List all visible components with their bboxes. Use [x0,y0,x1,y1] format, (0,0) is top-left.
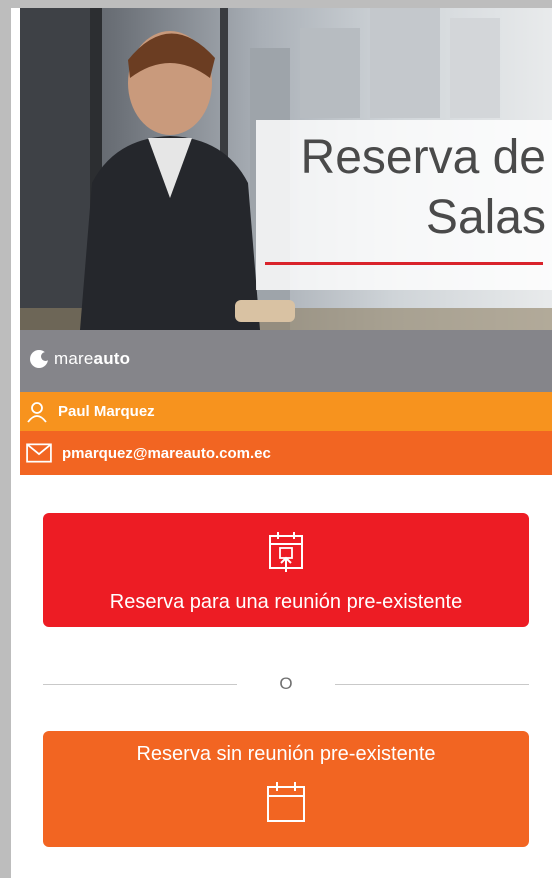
mareauto-logo-icon [30,350,50,368]
or-separator: O [43,670,529,700]
logo-text-mare: mare [54,349,94,368]
hero-title-line2: Salas [425,191,546,244]
separator-line-right [335,684,529,685]
existing-meeting-booking-button[interactable]: Reserva para una reunión pre-existente [43,513,529,627]
brand-bar: mare auto [20,330,552,392]
user-email: pmarquez@mareauto.com.ec [62,444,271,462]
calendar-upload-icon [269,532,303,572]
user-name-bar: Paul Marquez [20,392,552,431]
no-meeting-booking-button[interactable]: Reserva sin reunión pre-existente [43,731,529,847]
logo-text-auto: auto [93,349,131,368]
user-email-bar: pmarquez@mareauto.com.ec [20,431,552,475]
hero-title-line1: Reserva de [300,131,546,184]
brand-logo: mare auto [30,349,130,369]
no-meeting-booking-label: Reserva sin reunión pre-existente [136,743,436,765]
person-icon [27,401,47,423]
app-frame: Reserva de Salas mare auto Paul Marquez p… [11,8,552,878]
user-name: Paul Marquez [58,403,155,420]
envelope-icon [26,443,52,463]
hero-accent-line [265,262,543,265]
hero-banner: Reserva de Salas [20,8,552,330]
calendar-icon [267,782,305,822]
existing-meeting-booking-label: Reserva para una reunión pre-existente [109,591,463,613]
